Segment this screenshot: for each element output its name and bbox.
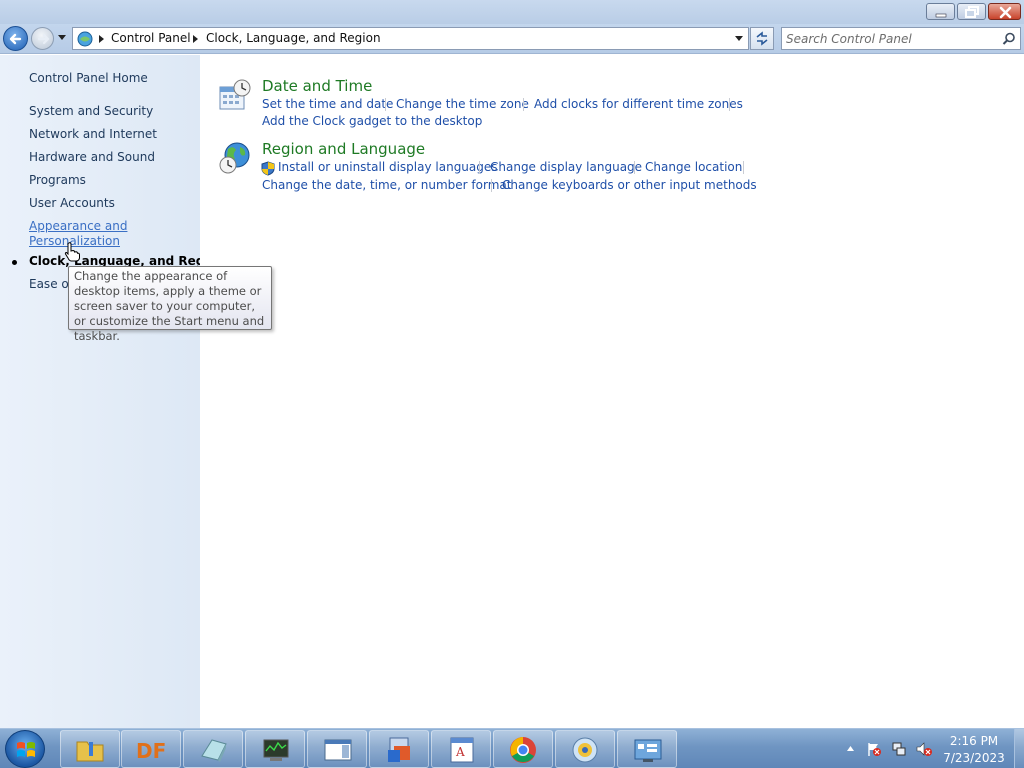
media-disc-icon	[572, 737, 598, 763]
start-button[interactable]	[5, 730, 45, 768]
clock-date[interactable]: 7/23/2023	[941, 751, 1007, 765]
link-divider	[729, 98, 730, 111]
df-app-icon: DF	[136, 739, 166, 763]
navigation-bar: Control Panel Clock, Language, and Regio…	[0, 24, 1024, 54]
chrome-icon	[510, 737, 536, 763]
sidebar-item-user-accounts[interactable]: User Accounts	[29, 196, 115, 210]
minimize-button[interactable]	[926, 3, 955, 20]
main-content: Date and Time Set the time and date Chan…	[200, 55, 1024, 728]
back-arrow-icon	[9, 33, 22, 45]
restore-button[interactable]	[957, 3, 986, 20]
taskbar-control-panel-button[interactable]	[617, 730, 677, 768]
recent-pages-dropdown-icon[interactable]	[57, 34, 67, 42]
forward-arrow-icon	[37, 33, 50, 45]
show-desktop-button[interactable]	[1014, 729, 1024, 768]
current-item-bullet	[12, 260, 17, 265]
hand-cursor-icon	[64, 242, 80, 262]
date-time-category-title[interactable]: Date and Time	[262, 77, 372, 95]
wordpad-icon: A	[450, 737, 474, 763]
sidebar: Control Panel Home System and Security N…	[0, 55, 225, 728]
add-clocks-link[interactable]: Add clocks for different time zones	[534, 97, 743, 111]
back-button[interactable]	[3, 26, 28, 51]
taskbar-notepad-button[interactable]	[183, 730, 243, 768]
change-location-link[interactable]: Change location	[645, 160, 742, 174]
sidebar-item-appearance-line1[interactable]: Appearance and	[29, 219, 127, 234]
address-bar[interactable]: Control Panel Clock, Language, and Regio…	[72, 27, 749, 50]
sidebar-item-system-security[interactable]: System and Security	[29, 104, 153, 118]
region-language-category-title[interactable]: Region and Language	[262, 140, 425, 158]
uac-shield-icon	[261, 161, 275, 176]
title-bar	[0, 0, 1024, 24]
link-divider	[479, 161, 480, 174]
region-language-icon[interactable]	[218, 141, 252, 175]
breadcrumb-control-panel[interactable]: Control Panel	[111, 31, 191, 45]
add-clock-gadget-link[interactable]: Add the Clock gadget to the desktop	[262, 114, 482, 128]
taskbar-chrome-button[interactable]	[493, 730, 553, 768]
network-icon[interactable]	[891, 741, 907, 757]
link-divider	[385, 98, 386, 111]
notepad-icon	[201, 739, 227, 762]
clock-time[interactable]: 2:16 PM	[945, 734, 1003, 748]
close-icon	[999, 6, 1012, 19]
search-icon[interactable]	[1002, 32, 1016, 46]
windows-logo-icon	[17, 742, 35, 757]
minimize-icon	[935, 13, 947, 18]
breadcrumb-separator-icon[interactable]	[99, 35, 104, 43]
breadcrumb-clock-language-region[interactable]: Clock, Language, and Region	[206, 31, 381, 45]
change-time-zone-link[interactable]: Change the time zone	[396, 97, 529, 111]
breadcrumb-separator-icon[interactable]	[193, 35, 198, 43]
show-hidden-icons-icon[interactable]	[846, 745, 855, 752]
taskbar-explorer-button[interactable]	[60, 730, 120, 768]
taskbar-window-button[interactable]	[307, 730, 367, 768]
address-history-dropdown-icon[interactable]	[735, 36, 743, 41]
link-divider	[743, 161, 744, 174]
svg-text:A: A	[455, 745, 465, 759]
taskbar-df-button[interactable]: DF	[121, 730, 181, 768]
search-input[interactable]	[786, 30, 996, 47]
sidebar-item-network-internet[interactable]: Network and Internet	[29, 127, 157, 141]
window-app-icon	[324, 739, 352, 761]
sidebar-item-ease-of-access[interactable]: Ease of	[29, 277, 73, 291]
system-monitor-icon	[263, 739, 289, 761]
link-divider	[634, 161, 635, 174]
change-format-link[interactable]: Change the date, time, or number format	[262, 178, 511, 192]
volume-muted-icon[interactable]	[915, 741, 933, 757]
restore-icon	[965, 6, 979, 18]
control-panel-icon	[77, 31, 93, 47]
tooltip: Change the appearance of desktop items, …	[68, 266, 272, 343]
taskbar-disc-button[interactable]	[555, 730, 615, 768]
search-box[interactable]	[781, 27, 1021, 50]
refresh-icon	[756, 31, 768, 46]
refresh-button[interactable]	[750, 27, 774, 50]
taskbar-wordpad-button[interactable]: A	[431, 730, 491, 768]
folder-icon	[76, 741, 104, 762]
installer-icon	[388, 737, 410, 762]
set-time-date-link[interactable]: Set the time and date	[262, 97, 393, 111]
link-divider	[491, 179, 492, 192]
forward-button[interactable]	[31, 27, 54, 50]
sidebar-item-hardware-sound[interactable]: Hardware and Sound	[29, 150, 155, 164]
sidebar-item-programs[interactable]: Programs	[29, 173, 86, 187]
taskbar-monitor-button[interactable]	[245, 730, 305, 768]
control-panel-icon	[634, 739, 662, 762]
control-panel-home-link[interactable]: Control Panel Home	[29, 71, 148, 85]
change-keyboards-link[interactable]: Change keyboards or other input methods	[502, 178, 757, 192]
taskbar-installer-button[interactable]	[369, 730, 429, 768]
change-display-language-link[interactable]: Change display language	[490, 160, 642, 174]
action-center-flag-icon[interactable]	[866, 741, 882, 757]
svg-text:DF: DF	[136, 739, 166, 763]
close-button[interactable]	[988, 3, 1021, 20]
date-time-icon[interactable]	[218, 79, 252, 111]
link-divider	[523, 98, 524, 111]
taskbar: DF A 2:16 PM 7/23/2023	[0, 728, 1024, 768]
install-display-languages-link[interactable]: Install or uninstall display languages	[278, 160, 498, 174]
